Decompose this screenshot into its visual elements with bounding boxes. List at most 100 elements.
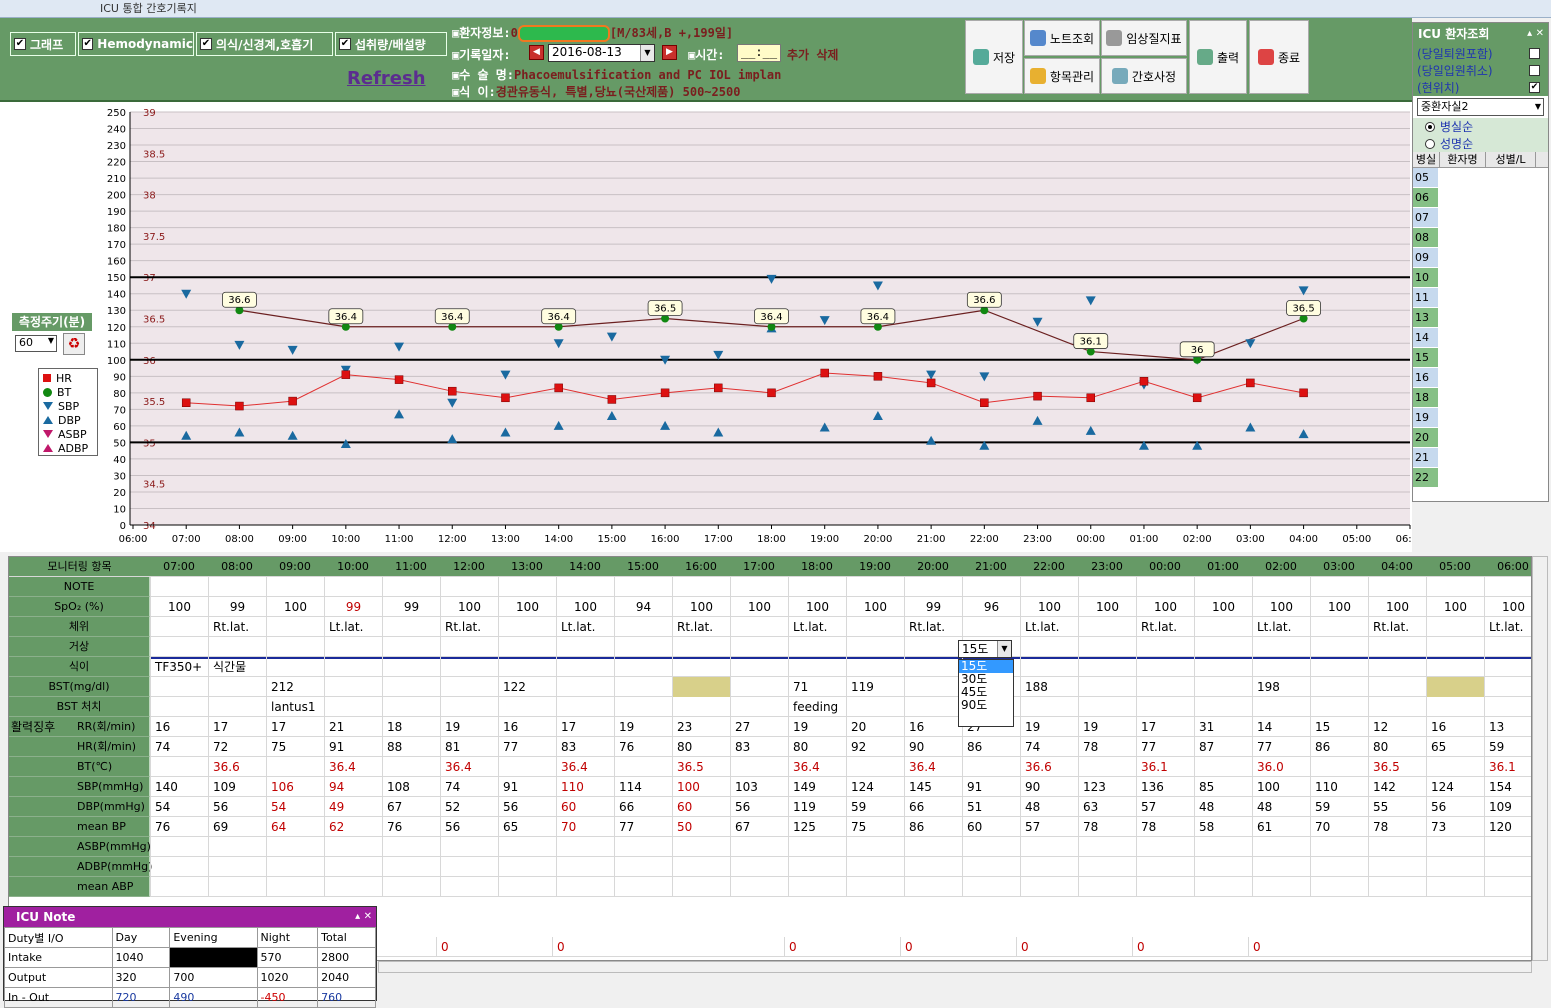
dropdown-option[interactable]: 90도 xyxy=(959,699,1013,712)
grid-time-header[interactable]: 11:00 xyxy=(382,557,440,577)
grid-cell[interactable] xyxy=(846,577,904,597)
grid-cell[interactable] xyxy=(846,757,904,777)
grid-cell[interactable]: 110 xyxy=(556,777,614,797)
grid-cell[interactable]: 21 xyxy=(324,717,382,737)
grid-cell[interactable] xyxy=(150,697,208,717)
grid-cell[interactable] xyxy=(1426,577,1484,597)
grid-cell[interactable]: feeding xyxy=(788,697,846,717)
grid-cell[interactable] xyxy=(1078,677,1136,697)
grid-cell[interactable]: 74 xyxy=(1020,737,1078,757)
grid-cell[interactable]: 103 xyxy=(730,777,788,797)
grid-cell[interactable] xyxy=(150,877,208,897)
grid-cell[interactable]: 49 xyxy=(324,797,382,817)
grid-cell[interactable] xyxy=(1020,657,1078,677)
pin-close-icon[interactable]: ▴ ✕ xyxy=(355,907,372,927)
grid-cell[interactable]: 80 xyxy=(788,737,846,757)
grid-cell[interactable] xyxy=(208,677,266,697)
grid-cell[interactable]: 83 xyxy=(556,737,614,757)
grid-time-header[interactable]: 08:00 xyxy=(208,557,266,577)
io-cell[interactable]: 1040 xyxy=(111,947,171,968)
grid-cell[interactable] xyxy=(382,697,440,717)
io-cell[interactable]: 2040 xyxy=(317,967,376,988)
grid-cell[interactable] xyxy=(1484,857,1531,877)
grid-cell[interactable]: 100 xyxy=(1310,597,1368,617)
grid-cell[interactable] xyxy=(324,877,382,897)
room-item[interactable]: 21 xyxy=(1413,448,1438,468)
option-cancel-admission[interactable]: (당일입원취소) xyxy=(1413,62,1548,79)
grid-cell[interactable] xyxy=(324,857,382,877)
grid-cell[interactable] xyxy=(1484,637,1531,657)
grid-cell[interactable]: 74 xyxy=(440,777,498,797)
room-item[interactable]: 09 xyxy=(1413,248,1438,268)
grid-time-header[interactable]: 04:00 xyxy=(1368,557,1426,577)
grid-cell[interactable]: 88 xyxy=(382,737,440,757)
grid-cell[interactable]: 154 xyxy=(1484,777,1531,797)
grid-cell[interactable]: 17 xyxy=(208,717,266,737)
grid-cell[interactable] xyxy=(788,657,846,677)
grid-cell[interactable] xyxy=(1194,677,1252,697)
grid-cell[interactable] xyxy=(150,757,208,777)
prev-date-button[interactable]: ◀ xyxy=(529,45,544,60)
grid-cell[interactable] xyxy=(672,877,730,897)
grid-cell[interactable] xyxy=(382,757,440,777)
grid-cell[interactable]: 100 xyxy=(1020,597,1078,617)
grid-cell[interactable] xyxy=(1078,877,1136,897)
grid-cell[interactable]: 16 xyxy=(150,717,208,737)
grid-cell[interactable]: 67 xyxy=(730,817,788,837)
grid-cell[interactable]: 36.4 xyxy=(556,757,614,777)
grid-cell[interactable]: 54 xyxy=(266,797,324,817)
grid-cell[interactable] xyxy=(1252,657,1310,677)
grid-time-header[interactable]: 16:00 xyxy=(672,557,730,577)
grid-cell[interactable] xyxy=(440,697,498,717)
grid-cell[interactable] xyxy=(1020,577,1078,597)
grid-cell[interactable]: 64 xyxy=(266,817,324,837)
grid-cell[interactable]: 92 xyxy=(846,737,904,757)
date-picker[interactable]: 2016-08-13 ▼ xyxy=(548,44,655,62)
grid-cell[interactable] xyxy=(324,657,382,677)
grid-cell[interactable]: Lt.lat. xyxy=(1484,617,1531,637)
grid-cell[interactable] xyxy=(1426,697,1484,717)
grid-cell[interactable]: 86 xyxy=(962,737,1020,757)
grid-cell[interactable] xyxy=(498,837,556,857)
grid-cell[interactable] xyxy=(614,857,672,877)
grid-cell[interactable] xyxy=(382,877,440,897)
grid-cell[interactable]: 90 xyxy=(1020,777,1078,797)
grid-cell[interactable]: 48 xyxy=(1252,797,1310,817)
grid-cell[interactable]: 83 xyxy=(730,737,788,757)
grid-cell[interactable]: 19 xyxy=(1020,717,1078,737)
grid-cell[interactable]: 100 xyxy=(440,597,498,617)
grid-time-header[interactable]: 13:00 xyxy=(498,557,556,577)
print-button[interactable]: 출력 xyxy=(1189,20,1247,94)
grid-cell[interactable] xyxy=(150,577,208,597)
pin-close-icon[interactable]: ▴ ✕ xyxy=(1527,23,1544,45)
grid-cell[interactable] xyxy=(614,877,672,897)
grid-cell[interactable]: 78 xyxy=(1078,737,1136,757)
grid-time-header[interactable]: 22:00 xyxy=(1020,557,1078,577)
grid-cell[interactable]: 59 xyxy=(1310,797,1368,817)
grid-cell[interactable]: 19 xyxy=(1078,717,1136,737)
grid-cell[interactable] xyxy=(556,697,614,717)
grid-cell[interactable] xyxy=(556,637,614,657)
grid-cell[interactable]: 76 xyxy=(150,817,208,837)
grid-cell[interactable]: 36.5 xyxy=(672,757,730,777)
grid-cell[interactable]: 65 xyxy=(1426,737,1484,757)
grid-cell[interactable] xyxy=(208,697,266,717)
grid-cell[interactable]: 99 xyxy=(904,597,962,617)
grid-cell[interactable]: lantus1 xyxy=(266,697,324,717)
grid-cell[interactable] xyxy=(556,837,614,857)
grid-cell[interactable]: 91 xyxy=(324,737,382,757)
grid-cell[interactable] xyxy=(1368,877,1426,897)
grid-cell[interactable]: 48 xyxy=(1020,797,1078,817)
grid-cell[interactable]: 36.4 xyxy=(324,757,382,777)
grid-cell[interactable] xyxy=(1310,577,1368,597)
grid-cell[interactable] xyxy=(1426,637,1484,657)
grid-cell[interactable] xyxy=(1310,637,1368,657)
grid-cell[interactable] xyxy=(962,757,1020,777)
grid-cell[interactable]: 188 xyxy=(1020,677,1078,697)
grid-cell[interactable]: 142 xyxy=(1368,777,1426,797)
grid-cell[interactable]: 55 xyxy=(1368,797,1426,817)
grid-cell[interactable]: 76 xyxy=(614,737,672,757)
grid-cell[interactable]: 17 xyxy=(556,717,614,737)
grid-cell[interactable]: 124 xyxy=(1426,777,1484,797)
grid-cell[interactable]: 식간물 xyxy=(208,657,266,677)
